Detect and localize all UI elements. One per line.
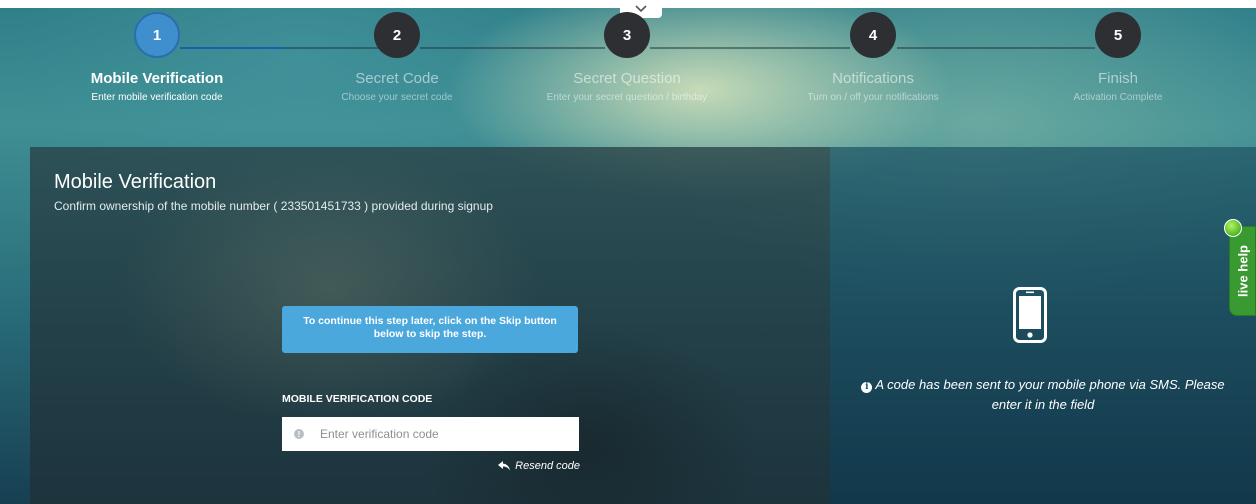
step-title: Secret Question bbox=[573, 70, 681, 87]
wizard-step-notifications[interactable]: 4 Notifications Turn on / off your notif… bbox=[763, 12, 983, 103]
step-subtitle: Enter mobile verification code bbox=[91, 92, 223, 103]
wizard-step-secret-code[interactable]: 2 Secret Code Choose your secret code bbox=[287, 12, 507, 103]
verification-panel: Mobile Verification Confirm ownership of… bbox=[30, 147, 830, 504]
step-title: Secret Code bbox=[355, 70, 439, 87]
wizard-step-mobile-verification[interactable]: 1 Mobile Verification Enter mobile verif… bbox=[47, 12, 267, 103]
page-subtitle: Confirm ownership of the mobile number (… bbox=[54, 199, 493, 213]
step-subtitle: Turn on / off your notifications bbox=[807, 92, 939, 103]
step-number: 1 bbox=[134, 12, 180, 58]
info-icon: ! bbox=[294, 429, 304, 439]
wizard-step-secret-question[interactable]: 3 Secret Question Enter your secret ques… bbox=[517, 12, 737, 103]
info-circle-icon: i bbox=[861, 382, 873, 393]
verification-code-input[interactable] bbox=[318, 426, 579, 442]
sms-message: iA code has been sent to your mobile pho… bbox=[850, 375, 1236, 415]
online-status-icon bbox=[1224, 219, 1242, 237]
step-number: 3 bbox=[604, 12, 650, 58]
mobile-phone-icon bbox=[1013, 287, 1047, 343]
step-title: Finish bbox=[1097, 70, 1138, 87]
step-number: 5 bbox=[1095, 12, 1141, 58]
notice-text-prefix: To continue this step later, click on th… bbox=[303, 315, 500, 327]
step-title: Notifications bbox=[832, 70, 914, 87]
live-help-label: live help bbox=[1235, 244, 1250, 298]
page-title: Mobile Verification bbox=[54, 171, 217, 193]
step-subtitle: Choose your secret code bbox=[341, 92, 453, 103]
verification-code-field[interactable]: ! bbox=[282, 417, 579, 451]
verification-code-label: MOBILE VERIFICATION CODE bbox=[282, 393, 433, 405]
step-number: 4 bbox=[850, 12, 896, 58]
wizard-step-finish[interactable]: 5 Finish Activation Complete bbox=[1008, 12, 1228, 103]
info-panel: iA code has been sent to your mobile pho… bbox=[830, 147, 1256, 504]
step-number: 2 bbox=[374, 12, 420, 58]
live-help-tab[interactable]: live help bbox=[1224, 219, 1256, 316]
sms-message-text: A code has been sent to your mobile phon… bbox=[875, 377, 1225, 412]
resend-code-link[interactable]: Resend code bbox=[490, 460, 580, 472]
reply-icon bbox=[498, 461, 511, 471]
notice-text-bold: Skip bbox=[499, 315, 522, 327]
wizard-steps: 1 Mobile Verification Enter mobile verif… bbox=[0, 12, 1256, 132]
resend-code-label: Resend code bbox=[515, 460, 580, 472]
skip-notice: To continue this step later, click on th… bbox=[282, 306, 578, 353]
step-subtitle: Enter your secret question / birthday bbox=[546, 92, 708, 103]
step-title: Mobile Verification bbox=[90, 70, 224, 87]
step-subtitle: Activation Complete bbox=[1073, 92, 1163, 103]
